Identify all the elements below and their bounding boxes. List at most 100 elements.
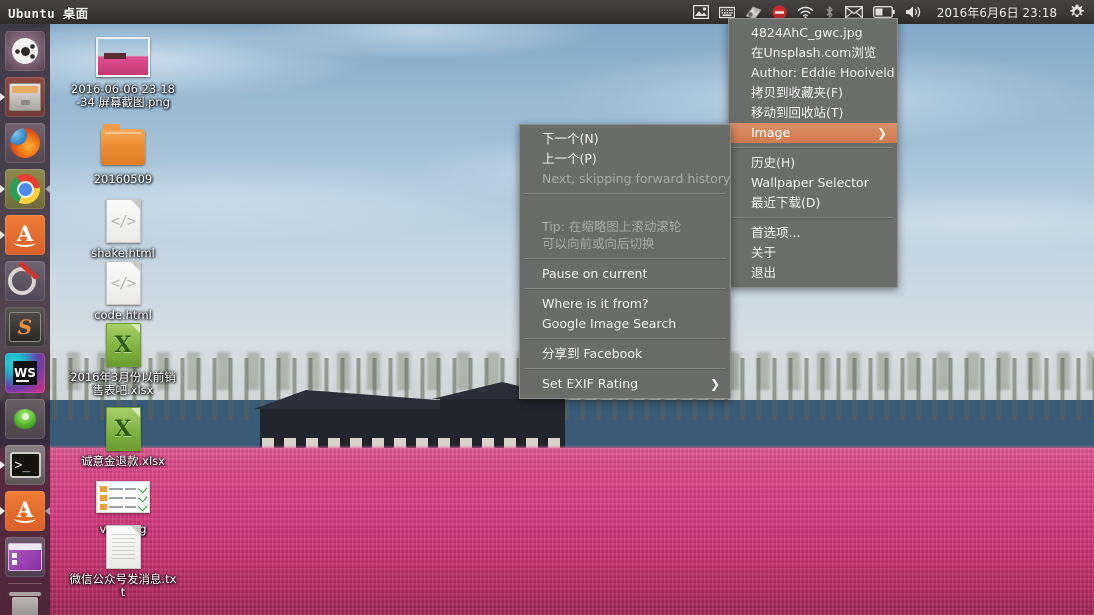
sidebar-item-chrome[interactable] <box>0 166 50 212</box>
ark-bug-icon <box>5 399 45 439</box>
desktop-icon-label: 2016年3月份以前销售表吧.xlsx <box>70 370 176 397</box>
amazon-icon: A <box>5 215 45 255</box>
desktop-icon-label: 20160509 <box>93 172 153 186</box>
menu-item-author-name[interactable]: Author: Eddie Hooiveld <box>729 63 897 83</box>
spreadsheet-icon: X <box>96 404 150 454</box>
sidebar-item-trash[interactable] <box>0 586 50 615</box>
trash-icon <box>5 589 45 615</box>
unity-launcher: A S WS >_ A <box>0 24 50 615</box>
menu-item-label: 关于 <box>751 245 777 260</box>
menu-item-pause-on-current[interactable]: Pause on current <box>520 264 730 284</box>
wallpaper-changer-icon[interactable] <box>688 0 714 24</box>
wallpaper-context-menu: 4824AhC_gwc.jpg 在Unsplash.com浏览 Author: … <box>728 18 898 288</box>
menu-item-copy-to-favorites[interactable]: 拷贝到收藏夹(F) <box>729 83 897 103</box>
menu-separator <box>524 338 726 340</box>
menu-item-scroll-tip: Tip: 在缩略图上滚动滚轮 可以向前或向后切换 <box>520 199 730 254</box>
ubuntu-software-icon: A <box>5 491 45 531</box>
desktop-icon-sales-xlsx[interactable]: X 2016年3月份以前销售表吧.xlsx <box>68 320 178 397</box>
menu-item-label: 移动到回收站(T) <box>751 105 844 120</box>
sidebar-item-amazon[interactable]: A <box>0 212 50 258</box>
focused-indicator-icon <box>45 185 50 193</box>
ubuntu-desktop-screen: Ubuntu 桌面 2016年6月6日 23:18 A S WS >_ A 20… <box>0 0 1094 615</box>
menu-separator <box>524 288 726 290</box>
menu-item-preferences[interactable]: 首选项... <box>729 223 897 243</box>
desktop-icon-shake-html[interactable]: </> shake.html <box>68 196 178 260</box>
menu-item-wallpaper-selector[interactable]: Wallpaper Selector <box>729 173 897 193</box>
menu-item-where-is-it-from[interactable]: Where is it from? <box>520 294 730 314</box>
desktop-icon-wechat-txt[interactable]: 微信公众号发消息.txt <box>68 522 178 599</box>
menu-item-label: Image <box>751 125 791 140</box>
sidebar-item-unity-tweak-tool[interactable] <box>0 258 50 304</box>
workspace-switcher-icon <box>5 537 45 577</box>
menu-item-google-image-search[interactable]: Google Image Search <box>520 314 730 334</box>
menu-item-set-exif-rating[interactable]: Set EXIF Rating ❯ <box>520 374 730 394</box>
desktop-icon-label: 2016-06-06 23-18-34 屏幕截图.png <box>71 82 175 109</box>
menu-item-label: Pause on current <box>542 266 648 281</box>
menu-item-label: 在Unsplash.com浏览 <box>751 45 877 60</box>
sidebar-item-dash-home[interactable] <box>0 28 50 74</box>
menu-item-share-to-facebook[interactable]: 分享到 Facebook <box>520 344 730 364</box>
chevron-right-icon: ❯ <box>709 377 720 391</box>
menu-item-about[interactable]: 关于 <box>729 243 897 263</box>
menu-item-label: 退出 <box>751 265 777 280</box>
sidebar-item-files[interactable] <box>0 74 50 120</box>
sidebar-item-workspace-switcher[interactable] <box>0 534 50 580</box>
menu-separator <box>733 217 893 219</box>
sidebar-item-terminal[interactable]: >_ <box>0 442 50 488</box>
menu-item-label: 4824AhC_gwc.jpg <box>751 25 863 40</box>
menu-separator <box>733 147 893 149</box>
sidebar-item-ubuntu-software[interactable]: A <box>0 488 50 534</box>
desktop-icon-label: 诚意金退款.xlsx <box>81 454 165 468</box>
menu-item-label: Wallpaper Selector <box>751 175 869 190</box>
menu-item-next-image[interactable]: 下一个(N) <box>520 129 730 149</box>
sidebar-item-firefox[interactable] <box>0 120 50 166</box>
menu-item-browse-on-unsplash[interactable]: 在Unsplash.com浏览 <box>729 43 897 63</box>
menu-item-label: 历史(H) <box>751 155 796 170</box>
menu-separator <box>524 368 726 370</box>
menu-item-label: 首选项... <box>751 225 801 240</box>
desktop-icon-screenshot-png[interactable]: 2016-06-06 23-18-34 屏幕截图.png <box>68 32 178 109</box>
menu-item-label: Tip: 在缩略图上滚动滚轮 可以向前或向后切换 <box>542 219 682 251</box>
sidebar-item-sublime-text[interactable]: S <box>0 304 50 350</box>
menu-item-recent-downloads[interactable]: 最近下载(D) <box>729 193 897 213</box>
desktop-icon-code-html[interactable]: </> code.html <box>68 258 178 322</box>
image-thumbnail-icon <box>96 32 150 82</box>
sidebar-item-webstorm[interactable]: WS <box>0 350 50 396</box>
gear-wrench-icon <box>5 261 45 301</box>
menu-item-previous-image[interactable]: 上一个(P) <box>520 149 730 169</box>
menu-item-quit[interactable]: 退出 <box>729 263 897 283</box>
menu-item-label: Author: Eddie Hooiveld <box>751 65 895 80</box>
menu-item-image-submenu[interactable]: Image ❯ <box>729 123 897 143</box>
session-gear-icon[interactable] <box>1064 0 1090 24</box>
spreadsheet-icon: X <box>96 320 150 370</box>
desktop-icon-folder-20160509[interactable]: 20160509 <box>68 122 178 186</box>
menu-item-label: Set EXIF Rating <box>542 376 639 391</box>
menu-item-history[interactable]: 历史(H) <box>729 153 897 173</box>
clock[interactable]: 2016年6月6日 23:18 <box>928 4 1064 21</box>
top-panel: Ubuntu 桌面 2016年6月6日 23:18 <box>0 0 1094 24</box>
html-file-icon: </> <box>96 196 150 246</box>
image-submenu: 下一个(N) 上一个(P) Next, skipping forward his… <box>519 124 731 399</box>
image-thumbnail-icon <box>96 472 150 522</box>
menu-item-label: Where is it from? <box>542 296 649 311</box>
sidebar-item-ark[interactable] <box>0 396 50 442</box>
page-title: Ubuntu 桌面 <box>8 5 89 21</box>
menu-item-move-to-trash[interactable]: 移动到回收站(T) <box>729 103 897 123</box>
menu-item-current-wallpaper-filename[interactable]: 4824AhC_gwc.jpg <box>729 23 897 43</box>
menu-separator <box>524 258 726 260</box>
menu-item-label: Google Image Search <box>542 316 677 331</box>
menu-separator <box>524 193 726 195</box>
webstorm-icon: WS <box>5 353 45 393</box>
ubuntu-logo-icon <box>5 31 45 71</box>
sublime-text-icon: S <box>5 307 45 347</box>
volume-icon[interactable] <box>900 0 928 24</box>
menu-item-label: 下一个(N) <box>542 131 599 146</box>
folder-icon <box>96 122 150 172</box>
text-file-icon <box>96 522 150 572</box>
desktop-icon-refund-xlsx[interactable]: X 诚意金退款.xlsx <box>68 404 178 468</box>
chrome-icon <box>5 169 45 209</box>
menu-item-label: 最近下载(D) <box>751 195 821 210</box>
menu-item-label: 分享到 Facebook <box>542 346 643 361</box>
menu-item-label: 上一个(P) <box>542 151 597 166</box>
firefox-icon <box>5 123 45 163</box>
